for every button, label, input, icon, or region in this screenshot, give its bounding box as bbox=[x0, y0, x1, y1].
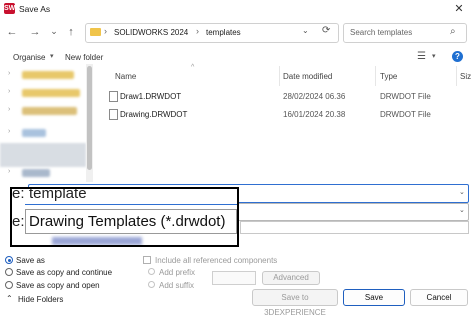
file-name: Draw1.DRWDOT bbox=[120, 92, 182, 101]
add-suffix-radio[interactable] bbox=[148, 281, 155, 288]
column-divider[interactable] bbox=[375, 66, 376, 86]
close-button[interactable]: ✕ bbox=[448, 1, 470, 17]
column-divider[interactable] bbox=[279, 66, 280, 86]
add-suffix-label: Add suffix bbox=[159, 281, 194, 290]
file-name-value[interactable]: template bbox=[29, 189, 87, 202]
column-divider[interactable] bbox=[456, 66, 457, 86]
description-field[interactable] bbox=[240, 221, 469, 234]
file-date: 28/02/2024 06.36 bbox=[283, 92, 346, 101]
column-header-size[interactable]: Siz bbox=[460, 72, 471, 81]
file-type: DRWDOT File bbox=[380, 110, 431, 119]
column-header-date[interactable]: Date modified bbox=[283, 72, 332, 81]
search-placeholder: Search templates bbox=[350, 28, 413, 37]
file-date: 16/01/2024 20.38 bbox=[283, 110, 346, 119]
address-bar[interactable]: › SOLIDWORKS 2024 › templates ⌄ ⟳ bbox=[85, 23, 339, 43]
add-prefix-radio[interactable] bbox=[148, 268, 155, 275]
file-name: Drawing.DRWDOT bbox=[120, 110, 188, 119]
save-as-radio[interactable] bbox=[5, 256, 13, 264]
file-row[interactable]: Drawing.DRWDOT 16/01/2024 20.38 DRWDOT F… bbox=[100, 108, 472, 121]
file-icon bbox=[109, 109, 118, 120]
input-underline bbox=[25, 204, 237, 205]
chevron-down-icon[interactable]: ⌄ bbox=[459, 206, 465, 214]
file-type: DRWDOT File bbox=[380, 92, 431, 101]
file-name-label-fragment: e: bbox=[12, 187, 25, 202]
zoom-highlight-box: e: template e: Drawing Templates (*.drwd… bbox=[10, 187, 239, 247]
search-icon: ⌕ bbox=[450, 26, 456, 37]
save-as-label: Save as bbox=[16, 256, 45, 265]
advanced-button[interactable]: Advanced bbox=[262, 271, 320, 285]
include-references-checkbox[interactable] bbox=[143, 256, 151, 264]
nav-selected-item[interactable] bbox=[0, 143, 86, 167]
column-header-name[interactable]: Name bbox=[115, 72, 136, 81]
save-as-type-value[interactable]: Drawing Templates (*.drwdot) bbox=[29, 213, 225, 230]
window-title: Save As bbox=[19, 4, 51, 14]
affix-input[interactable] bbox=[212, 271, 256, 285]
breadcrumb-templates[interactable]: templates bbox=[206, 28, 241, 37]
save-copy-open-label: Save as copy and open bbox=[16, 281, 100, 290]
blurred-text bbox=[52, 237, 142, 245]
save-type-label-fragment: e: bbox=[12, 213, 25, 230]
chevron-down-icon[interactable]: ⌄ bbox=[459, 188, 465, 196]
view-options-icon[interactable]: ☰ bbox=[417, 51, 426, 62]
save-copy-open-radio[interactable] bbox=[5, 281, 13, 289]
save-copy-continue-label: Save as copy and continue bbox=[16, 268, 113, 277]
new-folder-button[interactable]: New folder bbox=[65, 53, 103, 62]
save-button[interactable]: Save bbox=[343, 289, 405, 306]
file-row[interactable]: Draw1.DRWDOT 28/02/2024 06.36 DRWDOT Fil… bbox=[100, 90, 472, 103]
column-header-type[interactable]: Type bbox=[380, 72, 397, 81]
hide-folders-button[interactable]: Hide Folders bbox=[18, 295, 63, 304]
chevron-down-icon[interactable]: ▾ bbox=[432, 52, 436, 60]
file-icon bbox=[109, 91, 118, 102]
breadcrumb-separator: › bbox=[196, 26, 199, 36]
save-to-3dexperience-button[interactable]: Save to 3DEXPERIENCE bbox=[252, 289, 338, 317]
scrollbar-thumb[interactable] bbox=[87, 66, 92, 170]
folder-icon bbox=[90, 28, 101, 36]
refresh-icon[interactable]: ⟳ bbox=[322, 25, 330, 36]
save-copy-continue-radio[interactable] bbox=[5, 268, 13, 276]
breadcrumb-separator: › bbox=[104, 26, 107, 36]
chevron-down-icon: ▾ bbox=[50, 53, 54, 60]
chevron-up-icon[interactable]: ⌃ bbox=[6, 294, 13, 303]
help-icon[interactable]: ? bbox=[452, 51, 463, 62]
breadcrumb-solidworks[interactable]: SOLIDWORKS 2024 bbox=[114, 28, 188, 37]
solidworks-logo-icon: SW bbox=[4, 3, 16, 14]
up-arrow-icon[interactable]: ↑ bbox=[64, 25, 78, 39]
sort-caret-icon: ^ bbox=[191, 64, 195, 71]
search-input[interactable]: Search templates ⌕ bbox=[343, 23, 467, 43]
back-arrow-icon[interactable]: ← bbox=[5, 25, 19, 39]
recent-locations-icon[interactable]: ⌄ bbox=[47, 24, 61, 38]
forward-arrow-icon[interactable]: → bbox=[28, 25, 42, 39]
chevron-down-icon[interactable]: ⌄ bbox=[302, 26, 309, 35]
add-prefix-label: Add prefix bbox=[159, 268, 196, 277]
organise-button[interactable]: Organise bbox=[13, 53, 45, 62]
include-references-label: Include all referenced components bbox=[155, 256, 278, 265]
cancel-button[interactable]: Cancel bbox=[410, 289, 468, 306]
title-bar: SW Save As ✕ bbox=[0, 0, 472, 18]
